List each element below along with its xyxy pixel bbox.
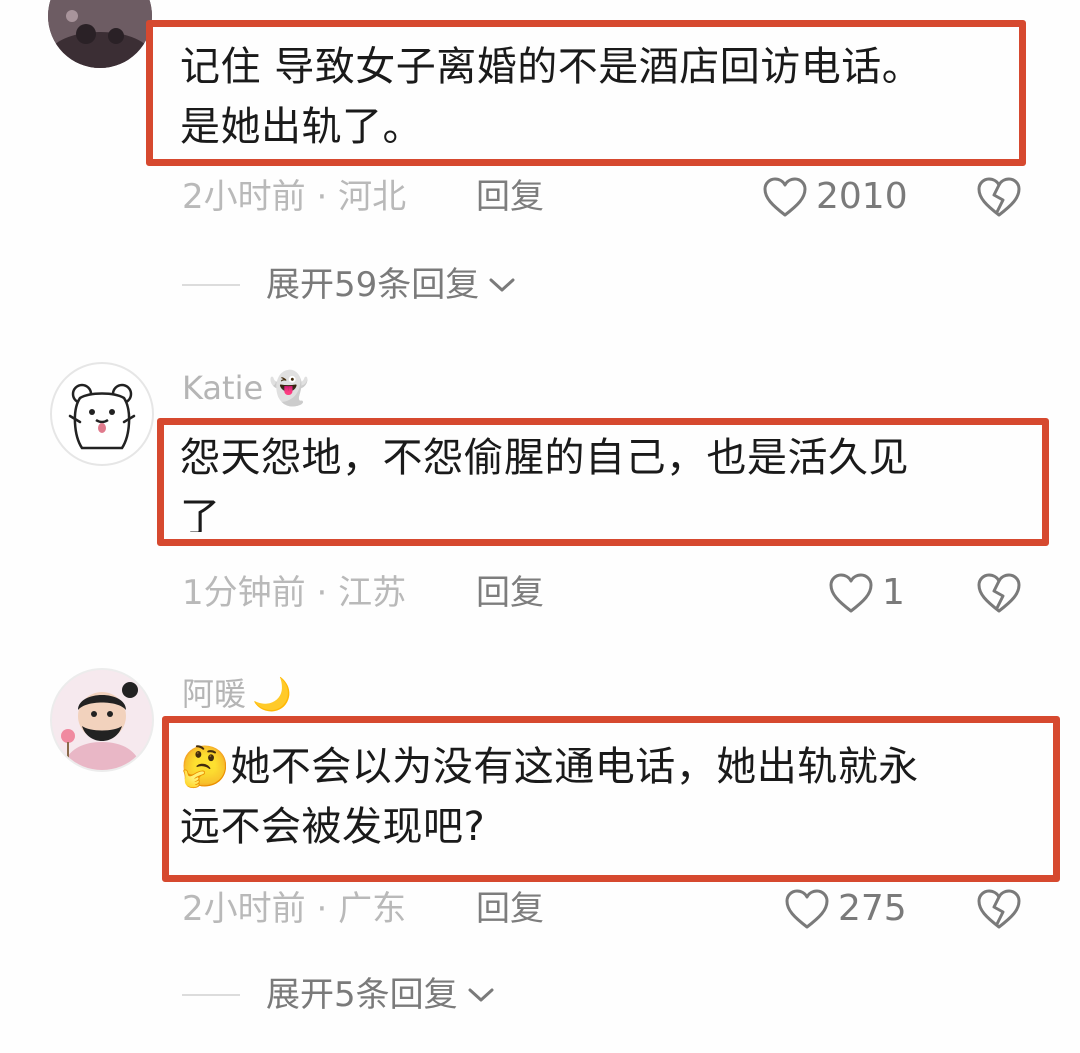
broken-heart-icon [977, 573, 1021, 613]
reply-button[interactable]: 回复 [476, 892, 544, 926]
expand-divider [182, 994, 240, 996]
comment-meta: 2小时前 · 河北 [182, 180, 406, 214]
comment-location: 江苏 [338, 573, 407, 613]
expand-replies-label: 展开5条回复 [266, 975, 458, 1015]
dislike-button[interactable] [976, 572, 1022, 614]
comment-meta: 1分钟前 · 江苏 [182, 576, 406, 610]
dislike-button[interactable] [976, 176, 1022, 218]
comment-line: 是她出轨了。 [180, 104, 423, 150]
expand-replies-label: 展开59条回复 [266, 265, 480, 305]
comment-text: 🤔她不会以为没有这通电话，她出轨就永 远不会被发现吧? [180, 737, 919, 857]
reply-button[interactable]: 回复 [476, 576, 544, 610]
avatar[interactable] [50, 362, 154, 466]
like-count: 275 [838, 888, 907, 929]
comment-time: 2小时前 [182, 177, 306, 217]
meta-separator: · [316, 177, 328, 217]
broken-heart-icon [977, 889, 1021, 929]
comment-line: 远不会被发现吧? [180, 804, 486, 850]
comment-location: 河北 [338, 177, 407, 217]
username[interactable]: 阿暖 🌙 [182, 678, 292, 710]
dislike-button[interactable] [976, 888, 1022, 930]
expand-replies-button[interactable]: 展开5条回复 [182, 978, 496, 1012]
bear-avatar-image [68, 383, 136, 450]
like-count: 2010 [816, 176, 908, 217]
comment-text: 记住 导致女子离婚的不是酒店回访电话。 是她出轨了。 [180, 37, 922, 157]
ghost-emoji-icon: 👻 [269, 369, 309, 407]
chevron-down-icon [468, 988, 494, 1002]
username-text: Katie [182, 369, 264, 407]
like-button[interactable]: 1 [828, 572, 905, 614]
heart-outline-icon [763, 177, 807, 217]
like-count: 1 [882, 572, 905, 613]
thinking-emoji-icon: 🤔 [180, 744, 231, 790]
reply-button[interactable]: 回复 [476, 180, 544, 214]
comment-text: 怨天怨地，不怨偷腥的自己，也是活久见 了 [180, 428, 909, 532]
comment-line: 记住 导致女子离婚的不是酒店回访电话。 [180, 44, 923, 90]
moon-emoji-icon: 🌙 [252, 675, 292, 713]
like-button[interactable]: 2010 [762, 176, 908, 218]
heart-outline-icon [785, 889, 829, 929]
expand-replies-button[interactable]: 展开59条回复 [182, 268, 517, 302]
avatar[interactable] [50, 668, 154, 772]
like-button[interactable]: 275 [784, 888, 907, 930]
broken-heart-icon [977, 177, 1021, 217]
comment-line: 了 [180, 495, 221, 532]
comment-line: 怨天怨地，不怨偷腥的自己，也是活久见 [180, 435, 909, 481]
avatar[interactable] [48, 0, 152, 68]
expand-divider [182, 284, 240, 286]
avatar-photo [48, 0, 152, 68]
comment-line: 🤔她不会以为没有这通电话，她出轨就永 [180, 737, 919, 797]
username-text: 阿暖 [182, 675, 247, 713]
heart-outline-icon [829, 573, 873, 613]
chevron-down-icon [489, 278, 515, 292]
comment-location: 广东 [338, 889, 407, 929]
comment-line-text: 她不会以为没有这通电话，她出轨就永 [230, 744, 919, 790]
cartoon-character-avatar-image [52, 670, 152, 770]
comment-time: 2小时前 [182, 889, 306, 929]
comment-time: 1分钟前 [182, 573, 306, 613]
meta-separator: · [316, 573, 328, 613]
comment-list: 记住 导致女子离婚的不是酒店回访电话。 是她出轨了。 2小时前 · 河北 回复 … [0, 0, 1080, 1053]
comment-meta: 2小时前 · 广东 [182, 892, 406, 926]
meta-separator: · [316, 889, 328, 929]
username[interactable]: Katie 👻 [182, 372, 309, 404]
